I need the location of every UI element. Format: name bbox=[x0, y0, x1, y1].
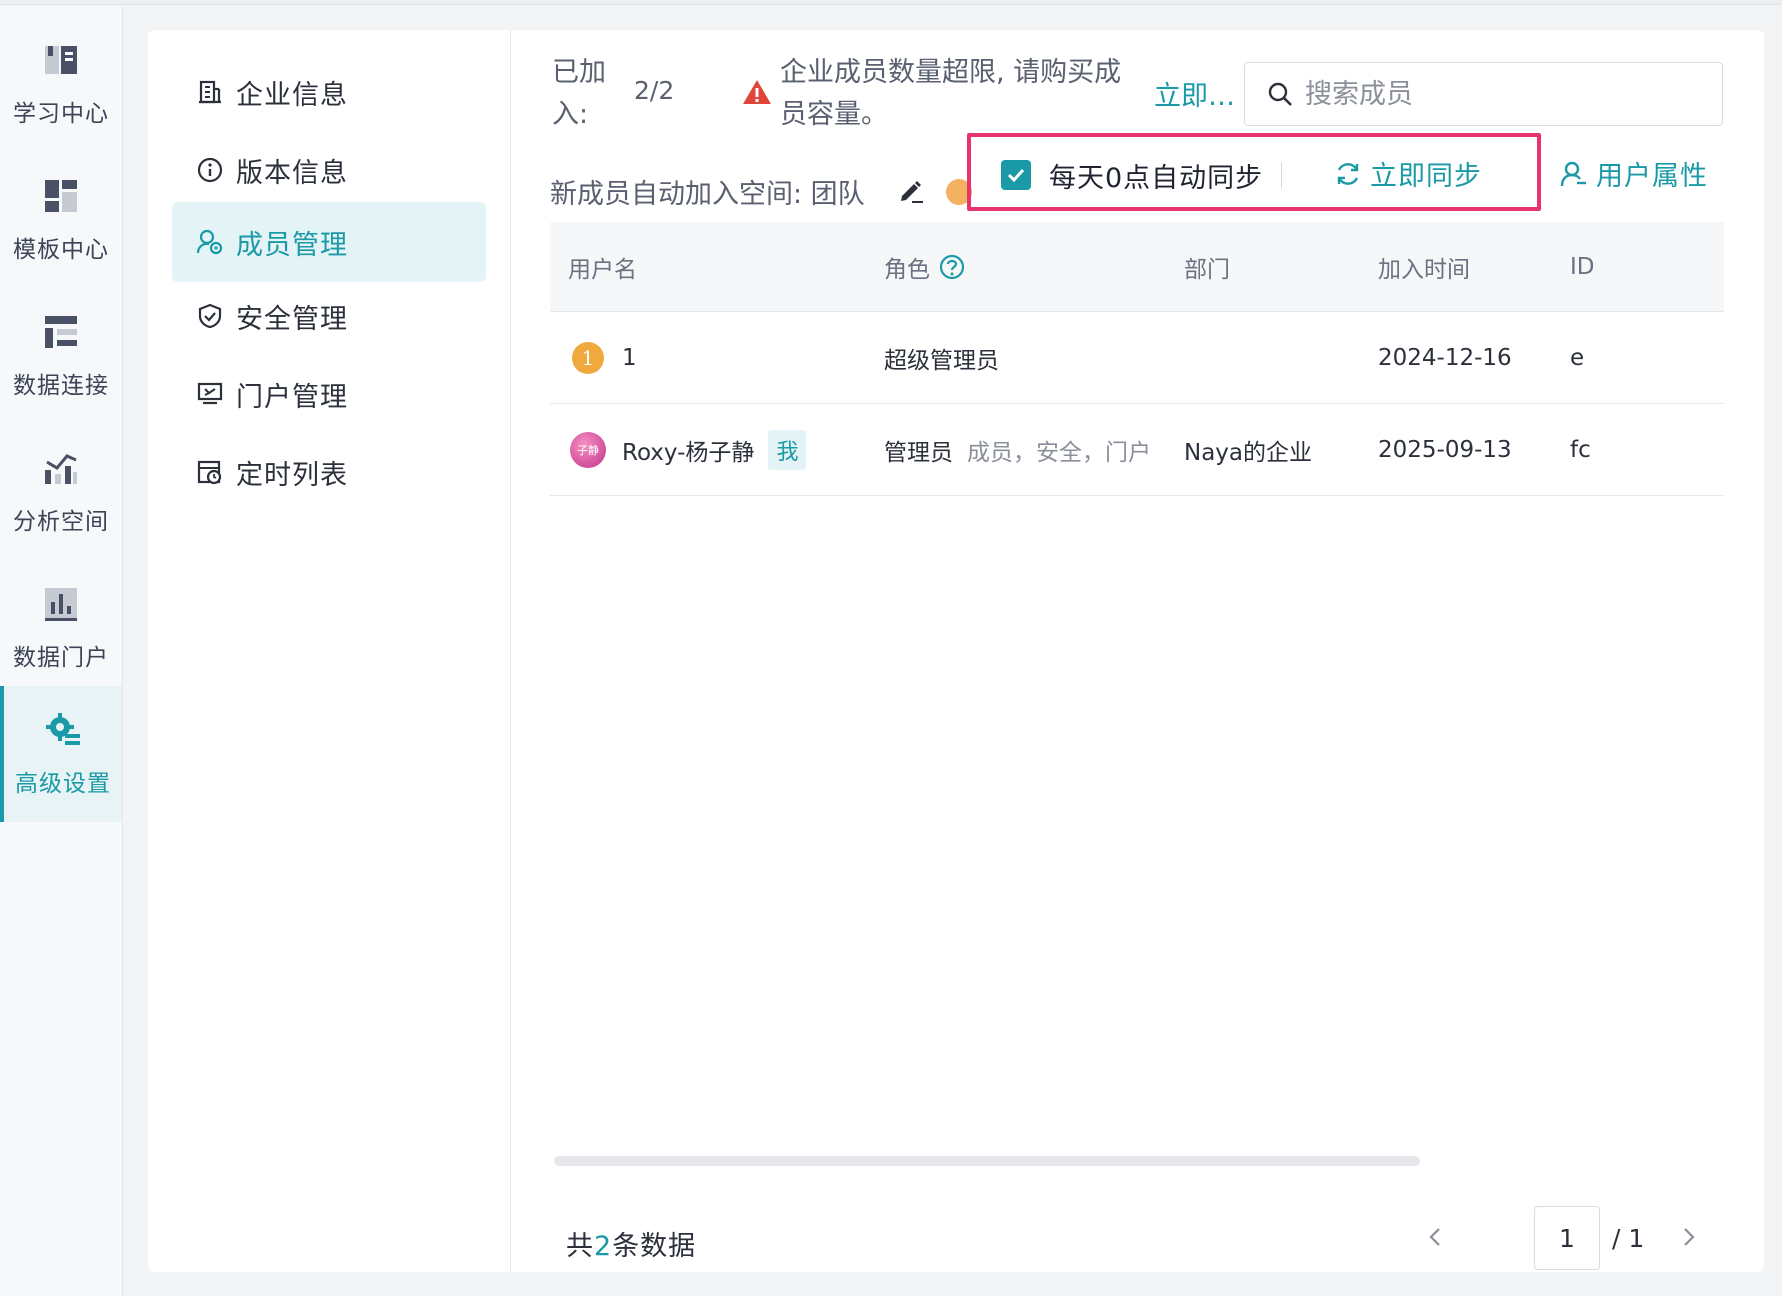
rail-label: 数据连接 bbox=[13, 373, 109, 399]
subnav-item-schedule-list[interactable]: 定时列表 bbox=[172, 432, 486, 512]
search-icon bbox=[1268, 82, 1292, 106]
subnav-item-company-info[interactable]: 企业信息 bbox=[172, 52, 486, 132]
rail-label: 模板中心 bbox=[13, 237, 109, 263]
search-input[interactable] bbox=[1305, 78, 1705, 110]
rail-label: 学习中心 bbox=[13, 101, 109, 127]
rail-item-template-center[interactable]: 模板中心 bbox=[0, 152, 122, 288]
daily-sync-label[interactable]: 每天0点自动同步 bbox=[1049, 156, 1263, 195]
username: 1 bbox=[622, 345, 637, 371]
subnav-label: 安全管理 bbox=[236, 303, 348, 335]
total-number: 2 bbox=[594, 1231, 613, 1262]
template-icon bbox=[45, 180, 77, 212]
rail-item-data-portal[interactable]: 数据门户 bbox=[0, 560, 122, 696]
user-icon bbox=[1560, 161, 1586, 186]
warning-icon bbox=[743, 80, 771, 104]
chevron-right-icon[interactable] bbox=[1674, 1222, 1704, 1252]
joined-label: 已加入: bbox=[552, 57, 606, 130]
total-suffix: 条数据 bbox=[612, 1231, 697, 1262]
portal-chart-icon bbox=[45, 588, 77, 621]
join-date-cell: 2024-12-16 bbox=[1378, 345, 1512, 371]
chevron-left-icon[interactable] bbox=[1420, 1222, 1450, 1252]
sync-icon bbox=[1337, 162, 1359, 185]
help-icon[interactable] bbox=[938, 253, 966, 281]
role-cell: 超级管理员 bbox=[884, 312, 999, 404]
subnav-item-member-management[interactable]: 成员管理 bbox=[172, 202, 486, 282]
book-icon bbox=[45, 46, 77, 74]
subnav-label: 版本信息 bbox=[236, 157, 348, 189]
column-header-id[interactable]: ID bbox=[1570, 222, 1595, 312]
user-attributes-label: 用户属性 bbox=[1596, 161, 1708, 192]
member-limit-warning: 企业成员数量超限, 请购买成员容量。 bbox=[780, 57, 1122, 130]
table-row[interactable]: 1 1 超级管理员 2024-12-16 e bbox=[550, 312, 1724, 404]
user-attributes-button[interactable]: 用户属性 bbox=[1560, 154, 1708, 193]
rail-item-advanced-settings[interactable]: 高级设置 bbox=[0, 686, 122, 822]
divider bbox=[1281, 162, 1282, 188]
subnav-label: 门户管理 bbox=[236, 381, 348, 413]
portal-icon bbox=[196, 380, 224, 408]
role: 管理员 bbox=[884, 440, 953, 466]
table-row[interactable]: 子静 Roxy-杨子静 我 管理员 成员，安全，门户 Naya的企业 2025-… bbox=[550, 404, 1724, 496]
member-settings-icon bbox=[196, 228, 224, 256]
subnav-label: 成员管理 bbox=[236, 229, 348, 261]
role-cell: 管理员 成员，安全，门户 bbox=[884, 404, 1151, 496]
main-nav-rail: 学习中心 模板中心 数据连接 分析空间 数据门户 高级设置 bbox=[0, 6, 123, 1296]
table-header: 用户名 角色 部门 加入时间 ID bbox=[550, 222, 1724, 312]
horizontal-scrollbar[interactable] bbox=[554, 1156, 1420, 1166]
checkmark-icon bbox=[1007, 168, 1025, 183]
analysis-icon bbox=[45, 454, 77, 484]
subnav-item-version-info[interactable]: 版本信息 bbox=[172, 130, 486, 210]
page-number-input[interactable]: 1 bbox=[1534, 1206, 1600, 1270]
username-cell: 1 1 bbox=[572, 312, 637, 404]
advanced-settings-icon bbox=[46, 713, 80, 745]
total-prefix: 共 bbox=[566, 1231, 594, 1262]
column-header-join-date[interactable]: 加入时间 bbox=[1378, 222, 1470, 312]
member-management-content: 已加入: 2/2 企业成员数量超限, 请购买成员容量。 立即… 新成员自动加入空… bbox=[512, 30, 1764, 1272]
rail-label: 分析空间 bbox=[13, 509, 109, 535]
department-cell: Naya的企业 bbox=[1184, 440, 1313, 466]
daily-sync-checkbox[interactable] bbox=[1001, 160, 1031, 190]
username-cell: 子静 Roxy-杨子静 我 bbox=[570, 404, 807, 496]
subnav-label: 定时列表 bbox=[236, 459, 348, 491]
settings-subnav: 企业信息 版本信息 成员管理 安全管理 门户管理 定时列表 bbox=[148, 30, 511, 1272]
me-badge: 我 bbox=[768, 430, 807, 470]
rail-item-analysis-space[interactable]: 分析空间 bbox=[0, 424, 122, 560]
edit-icon[interactable] bbox=[896, 176, 926, 206]
total-count: 共2条数据 bbox=[566, 1224, 696, 1263]
rail-item-learning-center[interactable]: 学习中心 bbox=[0, 16, 122, 152]
column-header-username[interactable]: 用户名 bbox=[568, 222, 637, 312]
username: Roxy-杨子静 bbox=[622, 440, 755, 466]
subnav-item-security-management[interactable]: 安全管理 bbox=[172, 276, 486, 356]
member-search bbox=[1244, 62, 1723, 126]
column-header-role[interactable]: 角色 bbox=[884, 222, 966, 312]
schedule-icon bbox=[196, 458, 224, 486]
role: 超级管理员 bbox=[884, 348, 999, 374]
auto-join-space-text: 新成员自动加入空间: 团队 bbox=[550, 179, 865, 210]
shield-icon bbox=[196, 302, 224, 330]
top-border bbox=[0, 0, 1782, 5]
subnav-label: 企业信息 bbox=[236, 79, 348, 111]
sync-now-label: 立即同步 bbox=[1370, 161, 1482, 192]
column-header-role-label: 角色 bbox=[884, 257, 930, 283]
id-cell: fc bbox=[1570, 437, 1591, 463]
rail-label: 数据门户 bbox=[13, 645, 109, 671]
id-cell: e bbox=[1570, 345, 1585, 371]
building-icon bbox=[196, 78, 224, 106]
buy-now-link[interactable]: 立即… bbox=[1154, 74, 1235, 113]
role-permissions: 成员，安全，门户 bbox=[967, 440, 1151, 466]
avatar: 1 bbox=[572, 342, 604, 374]
sync-now-button[interactable]: 立即同步 bbox=[1334, 154, 1482, 193]
joined-count: 2/2 bbox=[634, 76, 675, 105]
data-connection-icon bbox=[45, 316, 77, 348]
total-pages: / 1 bbox=[1612, 1224, 1645, 1253]
avatar: 子静 bbox=[570, 432, 606, 468]
members-table: 用户名 角色 部门 加入时间 ID 1 1 超级管理员 2024-12-16 e… bbox=[550, 222, 1724, 496]
rail-label: 高级设置 bbox=[15, 771, 111, 797]
column-header-department[interactable]: 部门 bbox=[1184, 222, 1230, 312]
join-date-cell: 2025-09-13 bbox=[1378, 437, 1512, 463]
subnav-item-portal-management[interactable]: 门户管理 bbox=[172, 354, 486, 434]
rail-item-data-connection[interactable]: 数据连接 bbox=[0, 288, 122, 424]
info-icon bbox=[196, 156, 224, 184]
settings-panel: 企业信息 版本信息 成员管理 安全管理 门户管理 定时列表 已加入: 2/2 企… bbox=[148, 30, 1764, 1272]
